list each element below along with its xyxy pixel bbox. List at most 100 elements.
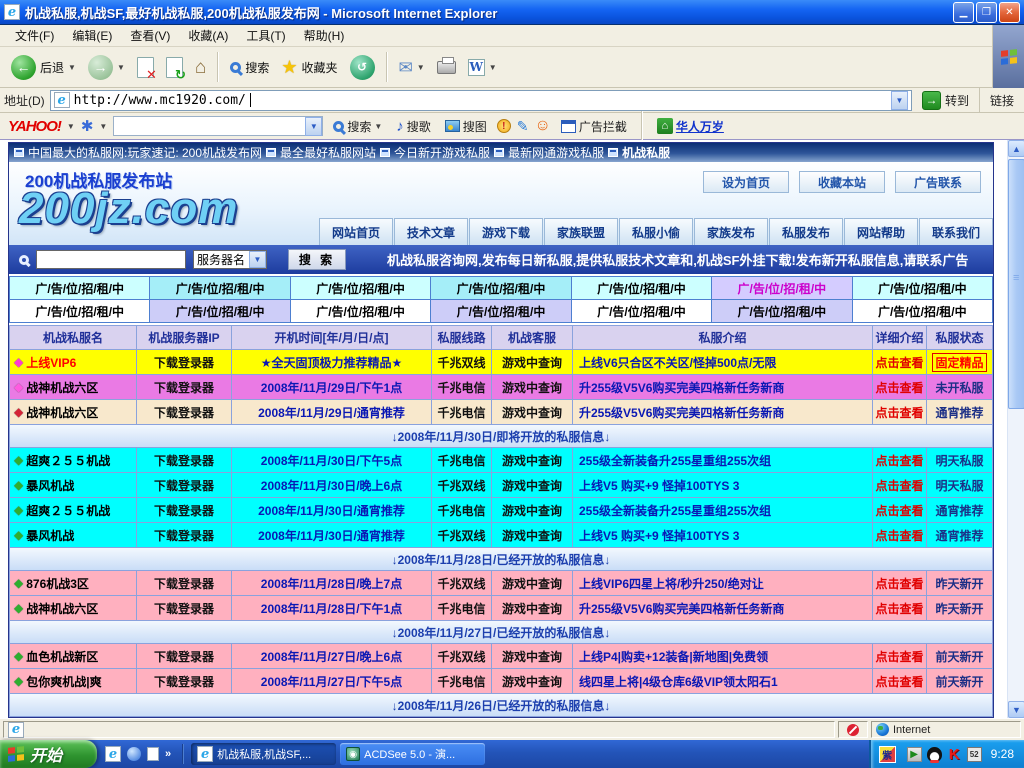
menu-item[interactable]: 文件(F) [6,24,63,47]
ad-slot[interactable]: 广/告/位/招/租/中 [712,277,852,300]
go-button[interactable]: → 转到 [917,83,974,117]
topstrip-link[interactable]: 最新网通游戏私服 [508,144,604,161]
server-name-link[interactable]: 战神机战六区 [26,379,98,396]
ad-slot[interactable]: 广/告/位/招/租/中 [853,277,993,300]
server-name-link[interactable]: 超爽２５５机战 [26,452,110,469]
search-type-select[interactable]: 服务器名 ▼ [193,250,267,269]
scroll-down-arrow-icon[interactable]: ▼ [1008,701,1024,718]
nav-tab[interactable]: 私服发布 [769,218,843,245]
edit-dropdown-icon[interactable]: ▼ [489,63,497,72]
server-name-link[interactable]: 战神机战六区 [26,404,98,421]
minimize-button[interactable]: ▁ [953,2,974,23]
yahoo-combo-dropdown-icon[interactable]: ▼ [305,117,322,136]
yahoo-song-button[interactable]: ♪ 搜歌 [392,118,435,135]
menu-item[interactable]: 工具(T) [237,24,294,47]
topstrip-link[interactable]: 中国最大的私服网:玩家速记: 200机战发布网 [28,144,262,161]
taskbar-task-ie[interactable]: e 机战私服,机战SF,... [191,743,336,765]
menu-item[interactable]: 编辑(E) [63,24,121,47]
server-name-link[interactable]: 超爽２５５机战 [26,502,110,519]
yahoo-logo[interactable]: YAHOO! [8,118,61,135]
detail-link-cell[interactable]: 点击查看 [873,596,927,621]
yahoo-search-input[interactable]: ▼ [113,116,323,136]
server-ip-cell[interactable]: 下载登录器 [137,523,232,548]
address-input[interactable]: e http://www.mc1920.com/ ▼ [50,90,912,111]
ad-slot[interactable]: 广/告/位/招/租/中 [572,300,712,323]
huaren-link[interactable]: ⌂ 华人万岁 [653,118,728,135]
server-ip-cell[interactable]: 下载登录器 [137,400,232,425]
search-button[interactable]: 搜索 [225,50,274,84]
detail-link-cell[interactable]: 点击查看 [873,400,927,425]
topstrip-link[interactable]: 今日新开游戏私服 [394,144,490,161]
ad-slot[interactable]: 广/告/位/招/租/中 [853,300,993,323]
favorites-button[interactable]: ★ 收藏夹 [276,50,342,84]
nav-tab[interactable]: 家族发布 [694,218,768,245]
quicklaunch-ie-icon[interactable]: e [105,746,121,762]
server-name-cell[interactable]: ◆876机战3区 [10,571,137,596]
smiley-icon[interactable]: ☺ [535,118,551,134]
back-dropdown-icon[interactable]: ▼ [68,63,76,72]
home-button[interactable]: ⌂ [190,50,211,84]
server-name-cell[interactable]: ◆战神机战六区 [10,375,137,400]
taskbar-task-acdsee[interactable]: ◉ ACDSee 5.0 - 演... [340,743,485,765]
detail-link-cell[interactable]: 点击查看 [873,523,927,548]
forward-button[interactable]: → ▼ [83,50,130,84]
server-ip-cell[interactable]: 下载登录器 [137,375,232,400]
start-button[interactable]: 开始 [0,740,97,768]
detail-link-cell[interactable]: 点击查看 [873,375,927,400]
server-name-cell[interactable]: ◆战神机战六区 [10,400,137,425]
detail-link-cell[interactable]: 点击查看 [873,473,927,498]
server-name-cell[interactable]: ◆超爽２５５机战 [10,448,137,473]
nav-tab[interactable]: 联系我们 [919,218,993,245]
yahoo-menu-dropdown-icon[interactable]: ▼ [67,122,75,131]
server-ip-cell[interactable]: 下载登录器 [137,350,232,375]
ad-slot[interactable]: 广/告/位/招/租/中 [431,300,571,323]
page-search-button[interactable]: 搜 索 [288,249,346,270]
address-dropdown-icon[interactable]: ▼ [891,91,908,110]
stop-button[interactable]: ✕ [132,50,159,84]
detail-link-cell[interactable]: 点击查看 [873,498,927,523]
detail-link-cell[interactable]: 点击查看 [873,644,927,669]
yahoo-alert-icon[interactable]: ! [497,119,511,133]
yahoo-search-dropdown-icon[interactable]: ▼ [374,122,382,131]
highlighter-icon[interactable]: ✎ [517,119,529,133]
header-button[interactable]: 广告联系 [895,171,981,193]
ad-slot[interactable]: 广/告/位/招/租/中 [572,277,712,300]
quicklaunch-overflow-icon[interactable]: » [165,748,171,760]
server-name-cell[interactable]: ◆血色机战新区 [10,644,137,669]
yahoo-image-button[interactable]: 搜图 [441,118,491,135]
print-button[interactable] [432,50,461,84]
server-ip-cell[interactable]: 下载登录器 [137,448,232,473]
nav-tab[interactable]: 网站帮助 [844,218,918,245]
vertical-scrollbar[interactable]: ▲ ▼ [1007,140,1024,718]
scrollbar-thumb[interactable] [1008,159,1024,409]
server-name-cell[interactable]: ◆上线VIP6 [10,350,137,375]
server-ip-cell[interactable]: 下载登录器 [137,498,232,523]
topstrip-link[interactable]: 最全最好私服网站 [280,144,376,161]
server-name-cell[interactable]: ◆暴风机战 [10,523,137,548]
server-name-cell[interactable]: ◆超爽２５５机战 [10,498,137,523]
ad-slot[interactable]: 广/告/位/招/租/中 [10,277,150,300]
server-ip-cell[interactable]: 下载登录器 [137,596,232,621]
edit-word-button[interactable]: W ▼ [463,50,502,84]
server-name-link[interactable]: 暴风机战 [26,477,74,494]
quicklaunch-doc-icon[interactable] [147,747,159,761]
ad-slot[interactable]: 广/告/位/招/租/中 [150,277,290,300]
nav-tab[interactable]: 私服小偷 [619,218,693,245]
menu-item[interactable]: 查看(V) [121,24,179,47]
quicklaunch-msn-icon[interactable] [127,747,141,761]
server-search-input[interactable] [36,250,186,269]
tray-kaspersky-icon[interactable]: K [947,747,962,762]
mail-button[interactable]: ✉ ▼ [394,50,430,84]
restore-button[interactable]: ❐ [976,2,997,23]
server-ip-cell[interactable]: 下载登录器 [137,473,232,498]
close-button[interactable]: ✕ [999,2,1020,23]
server-name-link[interactable]: 血色机战新区 [26,648,98,665]
ad-slot[interactable]: 广/告/位/招/租/中 [291,300,431,323]
menu-item[interactable]: 帮助(H) [295,24,354,47]
server-name-link[interactable]: 876机战3区 [26,575,89,592]
server-ip-cell[interactable]: 下载登录器 [137,669,232,694]
yahoo-apps-icon[interactable]: ✱ [81,119,94,134]
adblock-button[interactable]: 广告拦截 [557,118,631,135]
nav-tab[interactable]: 网站首页 [319,218,393,245]
back-button[interactable]: ← 后退 ▼ [6,50,81,84]
